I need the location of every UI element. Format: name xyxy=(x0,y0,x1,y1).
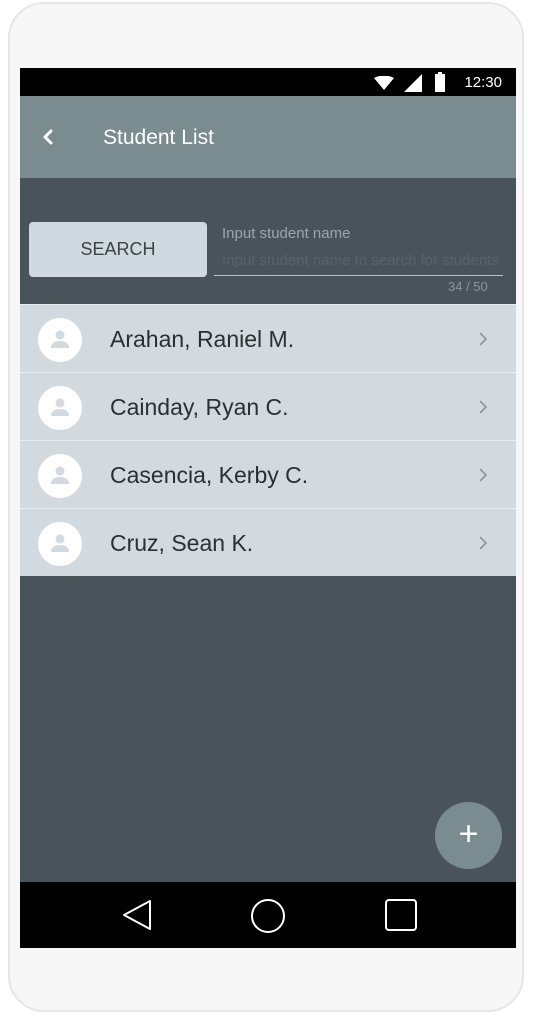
person-icon xyxy=(51,398,69,416)
nav-recent-apps-icon[interactable] xyxy=(384,898,418,932)
avatar xyxy=(38,386,82,430)
search-section: SEARCH Input student name Input student … xyxy=(20,178,516,304)
avatar xyxy=(38,318,82,362)
chevron-right-icon xyxy=(479,468,488,482)
search-input-label: Input student name xyxy=(222,225,351,242)
chevron-right-icon xyxy=(479,332,488,346)
list-item[interactable]: Cainday, Ryan C. xyxy=(20,372,516,440)
student-name: Cruz, Sean K. xyxy=(110,530,254,556)
system-nav-bar xyxy=(20,882,516,948)
person-icon xyxy=(51,534,69,552)
avatar xyxy=(38,454,82,498)
add-student-button[interactable]: + xyxy=(435,802,502,869)
wifi-icon xyxy=(374,76,394,90)
status-time: 12:30 xyxy=(464,74,502,91)
list-item[interactable]: Arahan, Raniel M. xyxy=(20,304,516,372)
list-item[interactable]: Cruz, Sean K. xyxy=(20,508,516,576)
nav-back-icon[interactable] xyxy=(120,898,154,932)
signal-icon xyxy=(404,74,422,92)
status-bar: 12:30 xyxy=(20,68,516,96)
chevron-right-icon xyxy=(479,400,488,414)
page-title: Student List xyxy=(103,126,214,149)
nav-home-icon[interactable] xyxy=(250,898,286,934)
chevron-right-icon xyxy=(479,536,488,550)
student-name: Casencia, Kerby C. xyxy=(110,462,309,488)
search-input[interactable]: Input student name to search for student… xyxy=(222,252,499,269)
search-char-counter: 34 / 50 xyxy=(448,279,488,294)
search-button[interactable]: SEARCH xyxy=(29,222,207,277)
battery-icon xyxy=(435,72,445,92)
student-list: Arahan, Raniel M. Cainday, Ryan C. Casen… xyxy=(20,304,516,576)
app-screen: 12:30 Student List SEARCH Input student … xyxy=(20,68,516,948)
avatar xyxy=(38,522,82,566)
app-bar: Student List xyxy=(20,96,516,178)
search-input-underline xyxy=(214,275,503,276)
person-icon xyxy=(51,466,69,484)
list-item[interactable]: Casencia, Kerby C. xyxy=(20,440,516,508)
student-name: Arahan, Raniel M. xyxy=(110,326,295,352)
student-name: Cainday, Ryan C. xyxy=(110,394,289,420)
chevron-left-icon[interactable] xyxy=(40,124,56,150)
person-icon xyxy=(51,330,69,348)
